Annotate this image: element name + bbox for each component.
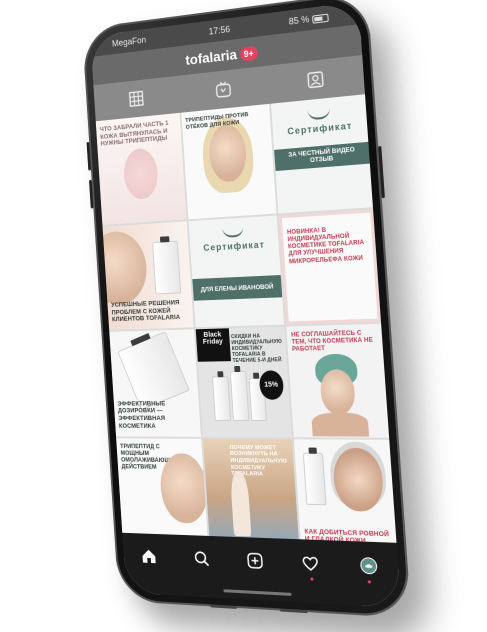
- certificate-title: Сертификат: [273, 119, 367, 138]
- speaker-grille: [210, 604, 237, 609]
- product-bottle: [302, 452, 326, 506]
- post-tile[interactable]: Что забрали часть 1 кожа вытянулась и ну…: [96, 113, 186, 225]
- post-caption: Что забрали часть 1 кожа вытянулась и ну…: [100, 119, 178, 148]
- model-silhouette: [229, 471, 251, 537]
- post-caption: Не соглашайтесь с тем, что косметика не …: [291, 330, 379, 354]
- notification-badge[interactable]: 9+: [239, 46, 258, 62]
- battery-percent: 85 %: [288, 14, 309, 27]
- tagged-icon: [306, 70, 325, 90]
- post-tile[interactable]: Эффективные дозировки — эффективная косм…: [109, 329, 200, 436]
- post-tile[interactable]: Как добиться ровной и гладкой кожи: [294, 439, 397, 554]
- post-caption: Успешные решения проблем с кожей клиенто…: [111, 299, 189, 324]
- post-tile[interactable]: Новинка! в индивидуальной косметике tofa…: [279, 209, 381, 325]
- post-caption: Эффективные дозировки — эффективная косм…: [117, 400, 196, 430]
- product-bottle: [212, 376, 231, 421]
- add-post-icon: [246, 551, 265, 570]
- post-caption: Трипептид с мощным омолаживающим действи…: [120, 444, 165, 472]
- heart-icon: [301, 554, 320, 573]
- activity-dot: [310, 577, 313, 580]
- tab-igtv[interactable]: [203, 73, 243, 107]
- search-icon: [192, 549, 210, 568]
- brand-logo: [222, 225, 244, 238]
- post-tile[interactable]: Трипептид с мощным омолаживающим действи…: [116, 438, 208, 546]
- product-bottle: [230, 371, 250, 421]
- post-tile[interactable]: Трипептиды против отёков для кожи: [181, 104, 277, 219]
- nav-search[interactable]: [188, 545, 214, 572]
- post-tile[interactable]: Black Friday Скидки на индивидуальную ко…: [195, 327, 292, 437]
- certificate-band: Для Елены Ивановой: [192, 275, 282, 300]
- post-caption: Скидки на индивидуальную косметику tofal…: [231, 333, 283, 364]
- post-tile[interactable]: Почему может возникнуть на индивидуальну…: [203, 438, 300, 549]
- grid-icon: [128, 89, 145, 108]
- battery-icon: [312, 13, 329, 23]
- post-tile[interactable]: Успешные решения проблем с кожей клиенто…: [103, 221, 194, 330]
- battery-indicator: 85 %: [288, 12, 328, 27]
- phone-screen: MegaFon 17:56 85 % tofalaria 9+ ЧТО ЗАБР…: [90, 1, 401, 608]
- cream-jar: [152, 241, 181, 295]
- tab-tagged[interactable]: [294, 62, 336, 97]
- nav-activity[interactable]: [297, 549, 325, 577]
- home-indicator[interactable]: [223, 589, 291, 596]
- brand-logo: [307, 106, 330, 120]
- post-tile[interactable]: Не соглашайтесь с тем, что косметика не …: [287, 324, 390, 437]
- nav-profile[interactable]: [354, 552, 383, 580]
- post-tile[interactable]: Сертификат Для Елены Ивановой: [188, 215, 284, 327]
- phone-mockup-scene: MegaFon 17:56 85 % tofalaria 9+ ЧТО ЗАБР…: [0, 0, 487, 632]
- cream-jar: [117, 331, 189, 410]
- model-shoulders: [311, 412, 370, 437]
- post-caption: Новинка! в индивидуальной косметике tofa…: [287, 225, 370, 266]
- igtv-icon: [214, 80, 232, 100]
- black-friday-label: Black Friday: [195, 328, 230, 361]
- certificate-title: Сертификат: [190, 239, 280, 254]
- profile-avatar-icon: [358, 556, 378, 576]
- phone-mockup: MegaFon 17:56 85 % tofalaria 9+ ЧТО ЗАБР…: [82, 0, 412, 618]
- post-tile[interactable]: Сертификат За честный видео отзыв: [271, 94, 373, 213]
- posts-grid: Что забрали часть 1 кожа вытянулась и ну…: [96, 94, 398, 553]
- certificate-band: За честный видео отзыв: [274, 141, 369, 171]
- profile-dot: [368, 580, 371, 583]
- nav-home[interactable]: [136, 543, 161, 569]
- tab-grid[interactable]: [117, 82, 155, 115]
- model-face: [159, 453, 208, 524]
- speaker-grille: [280, 608, 308, 613]
- profile-username[interactable]: tofalaria: [185, 46, 238, 68]
- model-face: [103, 230, 150, 306]
- nav-add-post[interactable]: [242, 547, 269, 574]
- decorative-circle: [122, 147, 159, 200]
- home-icon: [140, 547, 157, 565]
